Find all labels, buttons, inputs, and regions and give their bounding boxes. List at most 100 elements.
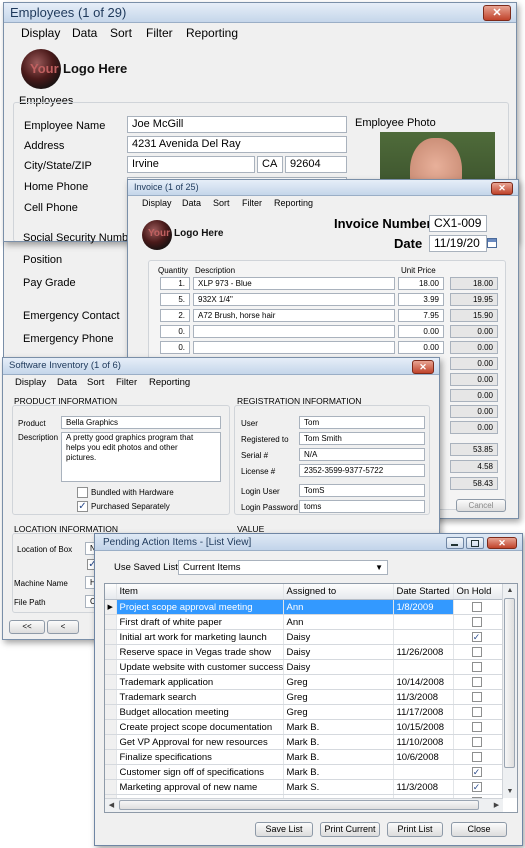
line-unit-price-field[interactable]: 0.00 (398, 325, 444, 338)
saved-list-dropdown[interactable]: Current Items ▼ (178, 560, 388, 575)
scroll-up-icon[interactable]: ▲ (503, 584, 517, 597)
date-cell[interactable]: 11/26/2008 (393, 644, 454, 660)
row-selector[interactable] (105, 659, 117, 675)
invoice-title-bar[interactable]: Invoice (1 of 25) ✕ (128, 180, 518, 196)
row-selector[interactable] (105, 779, 117, 795)
assigned-cell[interactable]: Greg (283, 674, 394, 690)
on-hold-checkbox[interactable]: ✓ (471, 632, 482, 642)
current-row-arrow-icon[interactable]: ▶ (105, 599, 117, 615)
row-selector[interactable] (105, 764, 117, 780)
line-quantity-field[interactable]: 0. (160, 341, 190, 354)
on-hold-checkbox[interactable] (471, 617, 482, 627)
menu-display[interactable]: Display (142, 198, 172, 208)
product-field[interactable]: Bella Graphics (61, 416, 221, 429)
date-cell[interactable]: 11/3/2008 (393, 689, 454, 705)
close-icon[interactable]: ✕ (483, 5, 511, 21)
date-cell[interactable]: 11/3/2008 (393, 779, 454, 795)
close-icon[interactable]: ✕ (412, 360, 434, 374)
menu-filter[interactable]: Filter (146, 26, 173, 40)
row-selector[interactable] (105, 719, 117, 735)
line-quantity-field[interactable]: 2. (160, 309, 190, 322)
table-row[interactable]: Create project scope documentation Mark B… (105, 719, 503, 735)
table-row[interactable]: Trademark application Greg 10/14/2008 (105, 674, 503, 690)
line-unit-price-field[interactable]: 0.00 (398, 341, 444, 354)
city-field[interactable]: Irvine (127, 156, 255, 173)
date-cell[interactable]: 1/8/2009 (393, 599, 454, 615)
vertical-scrollbar[interactable]: ▲ ▼ (502, 584, 517, 798)
date-cell[interactable]: 10/15/2008 (393, 719, 454, 735)
row-selector[interactable] (105, 629, 117, 645)
pending-title-bar[interactable]: Pending Action Items - [List View] ✕ (95, 534, 522, 551)
line-unit-price-field[interactable]: 7.95 (398, 309, 444, 322)
menu-data[interactable]: Data (57, 377, 77, 388)
menu-display[interactable]: Display (15, 377, 46, 388)
on-hold-checkbox[interactable]: ✓ (471, 767, 482, 777)
state-field[interactable]: CA (257, 156, 283, 173)
on-hold-checkbox[interactable] (471, 722, 482, 732)
line-description-field[interactable] (193, 341, 395, 354)
date-cell[interactable]: 11/10/2008 (393, 734, 454, 750)
row-selector[interactable] (105, 749, 117, 765)
scroll-right-icon[interactable]: ▶ (490, 799, 503, 812)
item-cell[interactable]: Update website with customer success ... (116, 659, 284, 675)
calendar-icon[interactable] (487, 238, 497, 248)
login-user-field[interactable]: TomS (299, 484, 425, 497)
on-hold-checkbox[interactable] (471, 677, 482, 687)
date-cell[interactable] (393, 659, 454, 675)
assigned-cell[interactable]: Ann (283, 614, 394, 630)
scroll-down-icon[interactable]: ▼ (503, 785, 517, 798)
item-cell[interactable]: Project scope approval meeting (116, 599, 284, 615)
item-cell[interactable]: Customer sign off of specifications (116, 764, 284, 780)
assigned-cell[interactable]: Greg (283, 704, 394, 720)
close-icon[interactable]: ✕ (487, 537, 517, 549)
license-field[interactable]: 2352-3599-9377-5722 (299, 464, 425, 477)
table-row[interactable]: Customer sign off of specifications Mark … (105, 764, 503, 780)
menu-data[interactable]: Data (72, 26, 97, 40)
column-header-assigned[interactable]: Assigned to (283, 584, 394, 600)
on-hold-checkbox[interactable] (471, 692, 482, 702)
minimize-icon[interactable] (446, 537, 464, 549)
assigned-cell[interactable]: Mark B. (283, 734, 394, 750)
registered-to-field[interactable]: Tom Smith (299, 432, 425, 445)
menu-reporting[interactable]: Reporting (149, 377, 190, 388)
menu-filter[interactable]: Filter (242, 198, 262, 208)
on-hold-checkbox[interactable] (471, 737, 482, 747)
item-cell[interactable]: Finalize specifications (116, 749, 284, 765)
date-cell[interactable]: 10/14/2008 (393, 674, 454, 690)
date-cell[interactable]: 11/17/2008 (393, 704, 454, 720)
table-row[interactable]: Update website with customer success ...… (105, 659, 503, 675)
menu-sort[interactable]: Sort (87, 377, 104, 388)
date-field[interactable]: 11/19/20 (429, 235, 487, 252)
line-unit-price-field[interactable]: 3.99 (398, 293, 444, 306)
employees-title-bar[interactable]: Employees (1 of 29) ✕ (4, 3, 516, 23)
menu-data[interactable]: Data (182, 198, 201, 208)
line-quantity-field[interactable]: 1. (160, 277, 190, 290)
on-hold-checkbox[interactable] (471, 647, 482, 657)
print-current-button[interactable]: Print Current (320, 822, 380, 837)
menu-sort[interactable]: Sort (110, 26, 132, 40)
bundled-checkbox[interactable] (77, 487, 88, 498)
row-selector[interactable] (105, 644, 117, 660)
table-row[interactable]: Reserve space in Vegas trade show Daisy 11… (105, 644, 503, 660)
item-cell[interactable]: Trademark search (116, 689, 284, 705)
description-field[interactable]: A pretty good graphics program that help… (61, 432, 221, 482)
assigned-cell[interactable]: Mark S. (283, 779, 394, 795)
zip-field[interactable]: 92604 (285, 156, 347, 173)
item-cell[interactable]: Budget allocation meeting (116, 704, 284, 720)
address-field[interactable]: 4231 Avenida Del Ray (127, 136, 347, 153)
item-cell[interactable]: Marketing approval of new name (116, 779, 284, 795)
serial-field[interactable]: N/A (299, 448, 425, 461)
item-cell[interactable]: Reserve space in Vegas trade show (116, 644, 284, 660)
scroll-thumb[interactable] (504, 598, 515, 768)
date-cell[interactable] (393, 764, 454, 780)
on-hold-checkbox[interactable] (471, 662, 482, 672)
table-row[interactable]: Initial art work for marketing launch Dai… (105, 629, 503, 645)
previous-record-button[interactable]: < (47, 620, 79, 634)
item-cell[interactable]: Trademark application (116, 674, 284, 690)
on-hold-checkbox[interactable] (471, 602, 482, 612)
menu-sort[interactable]: Sort (213, 198, 230, 208)
assigned-cell[interactable]: Daisy (283, 629, 394, 645)
save-list-button[interactable]: Save List (255, 822, 313, 837)
purchased-checkbox[interactable]: ✓ (77, 501, 88, 512)
login-password-field[interactable]: toms (299, 500, 425, 513)
